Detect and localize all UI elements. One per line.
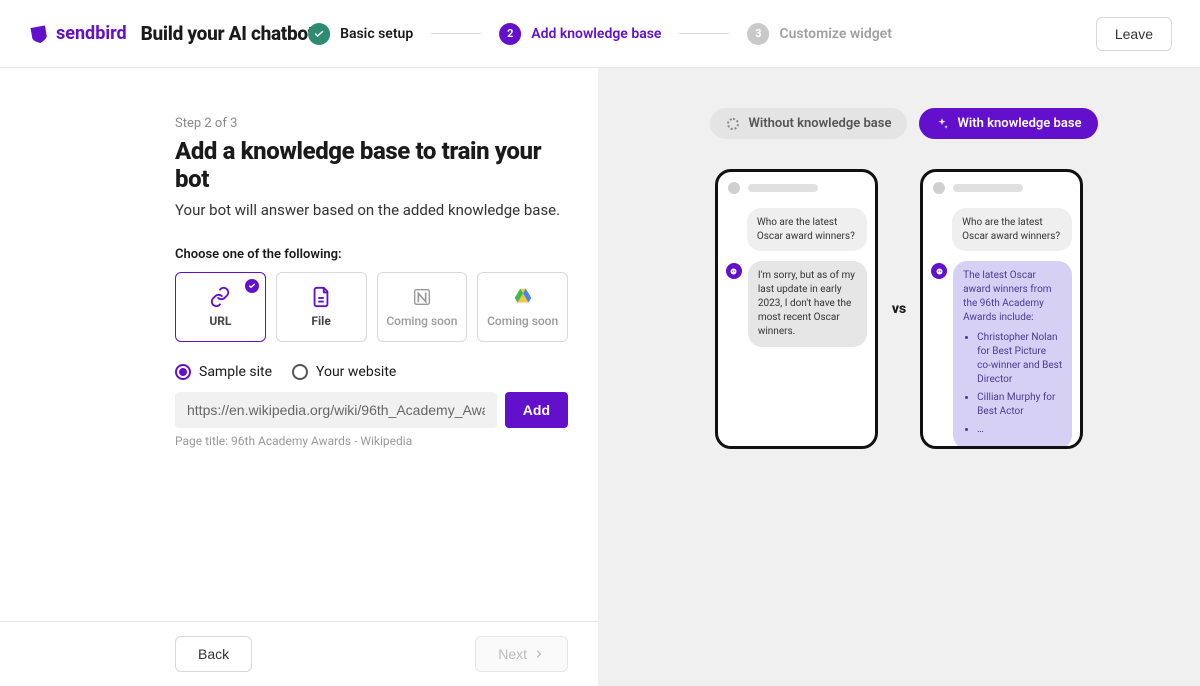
bot-avatar-icon xyxy=(931,263,947,279)
footer: Back Next xyxy=(0,621,598,686)
chat-user-message: Who are the latest Oscar award winners? xyxy=(747,208,867,251)
list-item: Cillian Murphy for Best Actor xyxy=(977,391,1062,419)
step-label: Customize widget xyxy=(779,26,891,42)
chat-bot-row: The latest Oscar award winners from the … xyxy=(931,261,1072,449)
card-coming-soon-2: Coming soon xyxy=(477,272,568,342)
right-preview-panel: Without knowledge base With knowledge ba… xyxy=(598,68,1200,686)
chat-user-message: Who are the latest Oscar award winners? xyxy=(952,208,1072,251)
url-row: Add xyxy=(175,392,568,428)
left-panel: Step 2 of 3 Add a knowledge base to trai… xyxy=(0,68,598,686)
chevron-right-icon xyxy=(533,648,545,660)
step-customize-widget[interactable]: 3 Customize widget xyxy=(747,23,891,45)
title-placeholder xyxy=(748,184,818,192)
radio-your-website[interactable]: Your website xyxy=(292,364,396,380)
bot-intro: The latest Oscar award winners from the … xyxy=(963,269,1062,325)
url-input[interactable] xyxy=(175,392,497,428)
page-heading: Add a knowledge base to train your bot xyxy=(175,137,568,193)
step-connector xyxy=(679,33,729,34)
avatar-placeholder xyxy=(933,182,945,194)
card-file[interactable]: File xyxy=(276,272,367,342)
card-label: Coming soon xyxy=(487,314,558,328)
sendbird-icon xyxy=(28,23,50,45)
check-icon xyxy=(308,23,330,45)
radio-sample-site[interactable]: Sample site xyxy=(175,364,272,380)
page-title-text: Page title: 96th Academy Awards - Wikipe… xyxy=(175,434,568,448)
step-number: 2 xyxy=(499,23,521,45)
sparkle-icon xyxy=(935,117,949,131)
next-button: Next xyxy=(475,636,568,672)
phone-with-kb: Who are the latest Oscar award winners? … xyxy=(920,169,1083,449)
card-label: Coming soon xyxy=(386,314,457,328)
step-number: 3 xyxy=(747,23,769,45)
step-label: Add knowledge base xyxy=(531,26,661,42)
title-placeholder xyxy=(953,184,1023,192)
card-coming-soon-1: Coming soon xyxy=(377,272,468,342)
file-icon xyxy=(310,286,332,308)
step-label: Basic setup xyxy=(340,26,413,42)
card-url[interactable]: URL xyxy=(175,272,266,342)
step-basic-setup[interactable]: Basic setup xyxy=(308,23,413,45)
radio-icon xyxy=(175,364,191,380)
radio-icon xyxy=(292,364,308,380)
header: sendbird Build your AI chatbot Basic set… xyxy=(0,0,1200,68)
list-item: … xyxy=(977,423,1062,437)
bot-avatar-icon xyxy=(726,263,742,279)
step-connector xyxy=(431,33,481,34)
list-item: Christopher Nolan for Best Picture co-wi… xyxy=(977,331,1062,387)
page-subtitle: Your bot will answer based on the added … xyxy=(175,201,568,219)
main: Step 2 of 3 Add a knowledge base to trai… xyxy=(0,68,1200,686)
chat-bot-message: I'm sorry, but as of my last update in e… xyxy=(748,261,867,347)
step-eyebrow: Step 2 of 3 xyxy=(175,116,568,131)
google-drive-icon xyxy=(512,286,534,308)
avatar-placeholder xyxy=(728,182,740,194)
add-button[interactable]: Add xyxy=(505,392,568,428)
chat-bot-message: The latest Oscar award winners from the … xyxy=(953,261,1072,449)
bot-bullets: Christopher Nolan for Best Picture co-wi… xyxy=(963,331,1062,437)
brand-name: sendbird xyxy=(56,23,127,44)
leave-button[interactable]: Leave xyxy=(1096,17,1172,51)
source-card-row: URL File Coming soon Coming soon xyxy=(175,272,568,342)
preview-phones: Who are the latest Oscar award winners? … xyxy=(626,169,1172,449)
phone-without-kb: Who are the latest Oscar award winners? … xyxy=(715,169,878,449)
spinner-icon xyxy=(726,117,740,131)
phone-header xyxy=(726,182,867,194)
stepper: Basic setup 2 Add knowledge base 3 Custo… xyxy=(308,23,892,45)
choose-label: Choose one of the following: xyxy=(175,247,568,262)
brand-logo: sendbird xyxy=(28,23,127,45)
card-label: URL xyxy=(209,314,231,328)
pill-without-kb: Without knowledge base xyxy=(710,108,907,139)
radio-row: Sample site Your website xyxy=(175,364,568,380)
vs-label: vs xyxy=(892,301,906,317)
phone-header xyxy=(931,182,1072,194)
check-badge-icon xyxy=(245,279,259,293)
notion-icon xyxy=(411,286,433,308)
pill-row: Without knowledge base With knowledge ba… xyxy=(626,108,1172,139)
chat-bot-row: I'm sorry, but as of my last update in e… xyxy=(726,261,867,347)
card-label: File xyxy=(311,314,330,328)
step-add-knowledge[interactable]: 2 Add knowledge base xyxy=(499,23,661,45)
link-icon xyxy=(209,286,231,308)
pill-with-kb: With knowledge base xyxy=(919,108,1097,139)
radio-label: Your website xyxy=(316,364,396,380)
app-title: Build your AI chatbot xyxy=(141,22,314,45)
back-button[interactable]: Back xyxy=(175,636,252,672)
radio-label: Sample site xyxy=(199,364,272,380)
